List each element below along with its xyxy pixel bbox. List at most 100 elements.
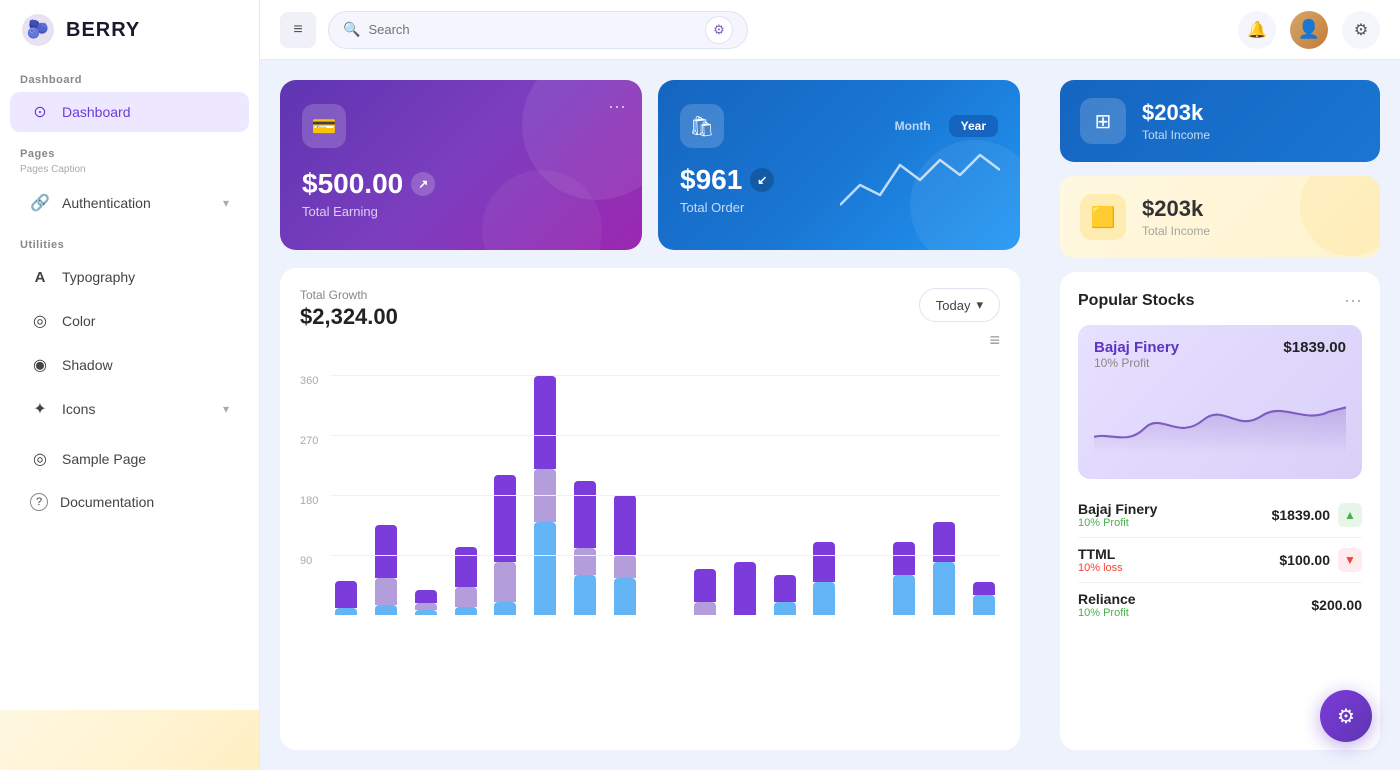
sidebar-item-label-sample-page: Sample Page xyxy=(62,451,146,467)
bar-blue-7 xyxy=(614,578,636,615)
settings-button[interactable]: ⚙ xyxy=(1342,11,1380,49)
order-arrow-icon: ↙ xyxy=(750,168,774,192)
earning-card-icon: 💳 xyxy=(302,104,346,148)
bar-purple-7 xyxy=(614,495,636,555)
sidebar-item-shadow[interactable]: ◉ Shadow xyxy=(10,345,249,385)
documentation-icon: ? xyxy=(30,493,48,511)
chevron-down-icon: ▾ xyxy=(223,196,229,210)
chart-header: Total Growth $2,324.00 Today ▾ ≡ xyxy=(300,288,1000,359)
stock-name-reliance: Reliance xyxy=(1078,591,1136,607)
bar-stack-11 xyxy=(769,575,801,615)
sidebar: 🫐 BERRY Dashboard ⊙ Dashboard Pages Page… xyxy=(0,0,260,770)
app-logo-icon: 🫐 xyxy=(20,12,56,48)
bar-stack-2 xyxy=(410,590,442,615)
bar-group-7 xyxy=(609,375,641,615)
icons-icon: ✦ xyxy=(30,399,50,419)
bar-lightpurple-9 xyxy=(694,602,716,615)
bar-blue-12 xyxy=(813,582,835,615)
featured-stock-chart xyxy=(1094,380,1346,465)
main-left-panel: 💳 ··· $500.00 ↗ Total Earning 🛍 Month Ye… xyxy=(260,60,1040,770)
main-content: 💳 ··· $500.00 ↗ Total Earning 🛍 Month Ye… xyxy=(260,60,1400,770)
typography-icon: A xyxy=(30,267,50,287)
color-icon: ◎ xyxy=(30,311,50,331)
bar-purple-2 xyxy=(415,590,437,603)
sidebar-section-dashboard: Dashboard xyxy=(0,60,259,90)
bar-stack-3 xyxy=(450,547,482,615)
sidebar-item-authentication[interactable]: 🔗 Authentication ▾ xyxy=(10,183,249,223)
shadow-icon: ◉ xyxy=(30,355,50,375)
sidebar-item-label-typography: Typography xyxy=(62,269,135,285)
bar-purple-1 xyxy=(375,525,397,578)
y-label-180: 180 xyxy=(300,495,322,507)
bar-stack-4 xyxy=(490,475,522,615)
today-button[interactable]: Today ▾ xyxy=(919,288,1000,322)
order-card-header: 🛍 Month Year xyxy=(680,104,998,148)
sidebar-item-icons[interactable]: ✦ Icons ▾ xyxy=(10,389,249,429)
stock-row-reliance: Reliance 10% Profit $200.00 xyxy=(1078,583,1362,627)
featured-stock-card: Bajaj Finery 10% Profit $1839.00 xyxy=(1078,325,1362,479)
avatar[interactable]: 👤 xyxy=(1290,11,1328,49)
today-label: Today xyxy=(936,298,971,313)
chart-menu-icon[interactable]: ≡ xyxy=(989,330,1000,351)
toggle-year-button[interactable]: Year xyxy=(949,115,998,137)
sidebar-item-sample-page[interactable]: ◎ Sample Page xyxy=(10,439,249,479)
toggle-month-button[interactable]: Month xyxy=(883,115,943,137)
earning-card-menu[interactable]: ··· xyxy=(608,96,626,117)
bar-stack-12 xyxy=(809,542,841,615)
sidebar-item-documentation[interactable]: ? Documentation xyxy=(10,483,249,521)
stocks-menu-icon[interactable]: ··· xyxy=(1344,290,1362,311)
earning-card-label: Total Earning xyxy=(302,204,620,219)
chart-title-small: Total Growth xyxy=(300,288,398,302)
bar-purple-14 xyxy=(893,542,915,575)
bar-group-16 xyxy=(968,375,1000,615)
stock-profit-reliance: 10% Profit xyxy=(1078,607,1136,619)
bar-stack-16 xyxy=(968,582,1000,615)
bar-stack-6 xyxy=(569,481,601,615)
bar-lightpurple-6 xyxy=(574,548,596,575)
y-label-360: 360 xyxy=(300,375,322,387)
bar-group-11 xyxy=(769,375,801,615)
bar-lightpurple-3 xyxy=(455,587,477,607)
stock-row-bajaj: Bajaj Finery 10% Profit $1839.00 ▲ xyxy=(1078,493,1362,538)
bar-blue-1 xyxy=(375,605,397,615)
sidebar-item-color[interactable]: ◎ Color xyxy=(10,301,249,341)
y-label-270: 270 xyxy=(300,435,322,447)
order-card: 🛍 Month Year $961 ↙ Total Order xyxy=(658,80,1020,250)
hamburger-button[interactable]: ≡ xyxy=(280,12,316,48)
income-card-blue: ⊞ $203k Total Income xyxy=(1060,80,1380,162)
sidebar-item-dashboard[interactable]: ⊙ Dashboard xyxy=(10,92,249,132)
bar-purple-16 xyxy=(973,582,995,595)
sidebar-item-typography[interactable]: A Typography xyxy=(10,257,249,297)
bar-purple-15 xyxy=(933,522,955,562)
fab-button[interactable]: ⚙ xyxy=(1320,690,1372,742)
bar-stack-15 xyxy=(928,522,960,615)
stock-name-bajaj: Bajaj Finery xyxy=(1078,501,1157,517)
stock-badge-up-bajaj: ▲ xyxy=(1338,503,1362,527)
bar-stack-5 xyxy=(529,376,561,615)
bar-group-9 xyxy=(689,375,721,615)
app-logo-text: BERRY xyxy=(66,19,140,42)
header-right: 🔔 👤 ⚙ xyxy=(1238,11,1380,49)
search-input[interactable] xyxy=(368,22,697,37)
stock-loss-ttml: 10% loss xyxy=(1078,562,1123,574)
header: ≡ 🔍 ⚙ 🔔 👤 ⚙ xyxy=(260,0,1400,60)
notification-button[interactable]: 🔔 xyxy=(1238,11,1276,49)
sidebar-logo: 🫐 BERRY xyxy=(0,0,259,60)
popular-stocks-card: Popular Stocks ··· Bajaj Finery 10% Prof… xyxy=(1060,272,1380,750)
stocks-title: Popular Stocks xyxy=(1078,292,1194,310)
featured-stock-profit: 10% Profit xyxy=(1094,356,1179,370)
chart-y-labels: 360 270 180 90 xyxy=(300,375,330,615)
bar-blue-0 xyxy=(335,608,357,615)
sidebar-bottom-decoration xyxy=(0,710,259,770)
stocks-header: Popular Stocks ··· xyxy=(1078,290,1362,311)
bar-group-4 xyxy=(490,375,522,615)
sidebar-item-label-shadow: Shadow xyxy=(62,357,113,373)
bar-group-12 xyxy=(809,375,841,615)
order-wave-chart xyxy=(840,145,1000,220)
order-card-icon: 🛍 xyxy=(680,104,724,148)
filter-button[interactable]: ⚙ xyxy=(705,16,733,44)
bar-group-0 xyxy=(330,375,362,615)
income-label-blue: Total Income xyxy=(1142,128,1210,142)
bar-blue-5 xyxy=(534,522,556,615)
stock-price-group-ttml: $100.00 ▼ xyxy=(1279,548,1362,572)
